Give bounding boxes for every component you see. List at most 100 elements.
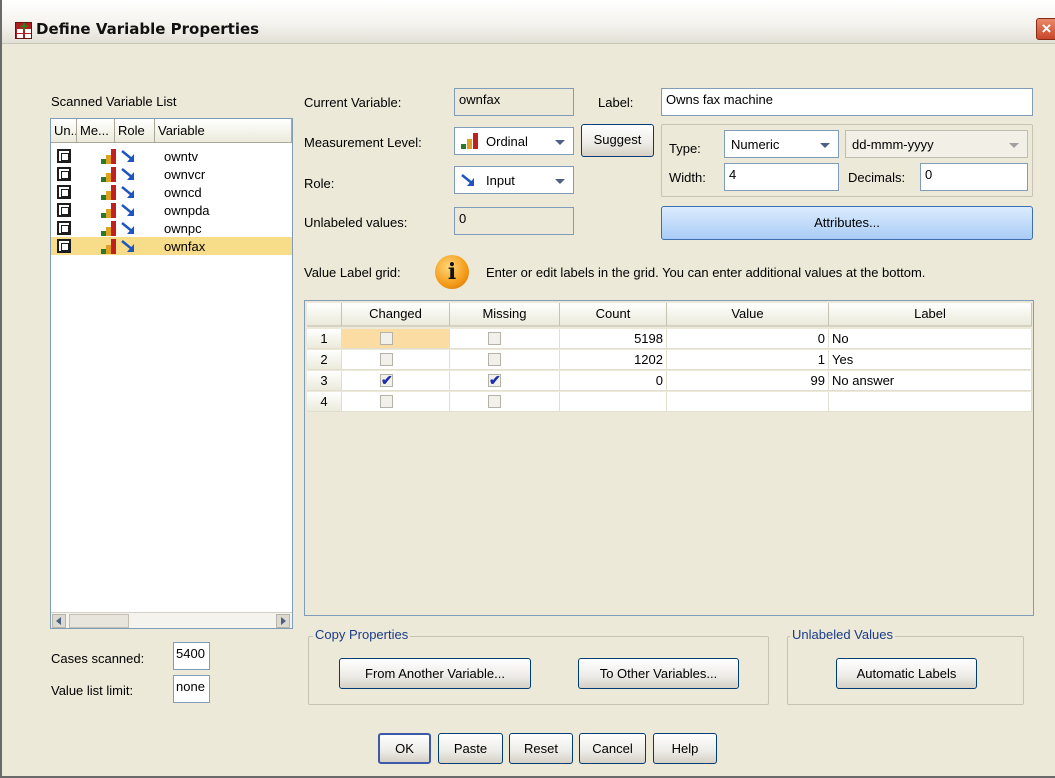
grid-cell-missing[interactable] (450, 392, 560, 412)
grid-header-changed[interactable]: Changed (342, 303, 450, 327)
scroll-left-button[interactable] (52, 614, 66, 628)
role-dropdown[interactable]: Input (454, 166, 574, 194)
title-bar[interactable]: + Define Variable Properties × (2, 0, 1055, 44)
grid-header-count[interactable]: Count (560, 303, 667, 327)
variable-name: ownpda (164, 203, 210, 218)
unscanned-checkbox[interactable] (57, 239, 71, 253)
grid-cell-label[interactable]: No answer (829, 371, 1032, 391)
help-button[interactable]: Help (653, 733, 717, 764)
type-label: Type: (669, 141, 701, 156)
grid-cell-changed[interactable] (342, 371, 450, 391)
list-header-variable[interactable]: Variable (155, 119, 292, 143)
missing-checkbox[interactable] (488, 332, 501, 345)
dialog-window: + Define Variable Properties × Scanned V… (0, 0, 1055, 778)
unscanned-checkbox[interactable] (57, 167, 71, 181)
grid-cell-value[interactable] (667, 392, 829, 412)
grid-row-number[interactable]: 1 (307, 329, 342, 349)
current-variable-label: Current Variable: (304, 95, 402, 110)
horizontal-scrollbar[interactable] (51, 612, 292, 628)
measurement-level-label: Measurement Level: (304, 135, 422, 150)
width-field[interactable]: 4 (724, 163, 839, 191)
close-button[interactable]: × (1036, 18, 1055, 40)
grid-cell-missing[interactable] (450, 371, 560, 391)
grid-cell-label[interactable]: Yes (829, 350, 1032, 370)
type-dropdown[interactable]: Numeric (724, 130, 839, 158)
automatic-labels-button[interactable]: Automatic Labels (836, 658, 977, 689)
scanned-variable-list[interactable]: Un... Me... Role Variable owntv ownvcr o… (50, 118, 293, 629)
list-header-measure[interactable]: Me... (77, 119, 115, 143)
variable-name: owncd (164, 185, 202, 200)
list-item-selected[interactable]: ownfax (51, 237, 292, 255)
unscanned-checkbox[interactable] (57, 203, 71, 217)
date-format-dropdown[interactable]: dd-mmm-yyyy (845, 130, 1028, 158)
current-variable-field[interactable]: ownfax (454, 88, 574, 116)
list-header-role[interactable]: Role (115, 119, 155, 143)
unscanned-checkbox[interactable] (57, 149, 71, 163)
decimals-field[interactable]: 0 (920, 163, 1028, 191)
grid-cell-missing[interactable] (450, 329, 560, 349)
reset-button[interactable]: Reset (509, 733, 573, 764)
value-list-limit-field[interactable]: none (173, 675, 210, 703)
changed-checkbox[interactable] (380, 395, 393, 408)
grid-cell-value[interactable]: 0 (667, 329, 829, 349)
from-another-variable-button[interactable]: From Another Variable... (339, 658, 531, 689)
changed-checkbox[interactable] (380, 371, 393, 390)
grid-cell-count[interactable]: 5198 (560, 329, 667, 349)
suggest-button[interactable]: Suggest (581, 124, 654, 157)
list-item[interactable]: ownpda (51, 201, 292, 219)
grid-header-value[interactable]: Value (667, 303, 829, 327)
role-value: Input (486, 173, 515, 188)
input-role-icon (121, 203, 137, 217)
unscanned-checkbox[interactable] (57, 221, 71, 235)
to-other-variables-button[interactable]: To Other Variables... (578, 658, 739, 689)
grid-row-number[interactable]: 2 (307, 350, 342, 370)
grid-cell-count[interactable]: 0 (560, 371, 667, 391)
grid-cell-changed[interactable] (342, 350, 450, 370)
scroll-thumb[interactable] (69, 614, 129, 628)
grid-cell-missing[interactable] (450, 350, 560, 370)
paste-button[interactable]: Paste (438, 733, 503, 764)
grid-row-number[interactable]: 4 (307, 392, 342, 412)
ok-button[interactable]: OK (378, 733, 431, 764)
attributes-button[interactable]: Attributes... (661, 206, 1033, 240)
grid-cell-value[interactable]: 1 (667, 350, 829, 370)
measurement-level-dropdown[interactable]: Ordinal (454, 127, 574, 155)
grid-cell-changed[interactable] (342, 392, 450, 412)
unscanned-checkbox[interactable] (57, 185, 71, 199)
scroll-right-button[interactable] (276, 614, 290, 628)
grid-row-number[interactable]: 3 (307, 371, 342, 391)
list-item[interactable]: ownpc (51, 219, 292, 237)
grid-header-missing[interactable]: Missing (450, 303, 560, 327)
ordinal-icon (461, 133, 479, 149)
missing-checkbox[interactable] (488, 395, 501, 408)
grid-cell-label[interactable] (829, 392, 1032, 412)
cancel-button[interactable]: Cancel (579, 733, 646, 764)
scanned-list-title: Scanned Variable List (51, 94, 177, 109)
role-label: Role: (304, 176, 335, 191)
missing-checkbox[interactable] (488, 353, 501, 366)
variable-name: ownpc (164, 221, 202, 236)
list-header-unscanned[interactable]: Un... (51, 119, 77, 143)
variable-name: ownfax (164, 239, 206, 254)
list-item[interactable]: owncd (51, 183, 292, 201)
list-item[interactable]: owntv (51, 147, 292, 165)
unlabeled-values-field[interactable]: 0 (454, 207, 574, 235)
ordinal-icon (101, 202, 119, 218)
cases-scanned-field[interactable]: 5400 (173, 642, 210, 670)
close-icon: × (1041, 19, 1052, 38)
missing-checkbox[interactable] (488, 371, 501, 390)
changed-checkbox[interactable] (380, 332, 393, 345)
grid-cell-count[interactable] (560, 392, 667, 412)
grid-cell-label[interactable]: No (829, 329, 1032, 349)
label-field[interactable]: Owns fax machine (661, 88, 1033, 116)
list-item[interactable]: ownvcr (51, 165, 292, 183)
changed-checkbox[interactable] (380, 353, 393, 366)
grid-cell-value[interactable]: 99 (667, 371, 829, 391)
ordinal-icon (101, 148, 119, 164)
ordinal-icon (101, 184, 119, 200)
grid-cell-changed[interactable] (342, 329, 450, 349)
window-title: Define Variable Properties (36, 20, 260, 38)
value-label-grid[interactable]: Changed Missing Count Value Label 1 5198… (304, 300, 1034, 616)
grid-cell-count[interactable]: 1202 (560, 350, 667, 370)
grid-header-label[interactable]: Label (829, 303, 1032, 327)
